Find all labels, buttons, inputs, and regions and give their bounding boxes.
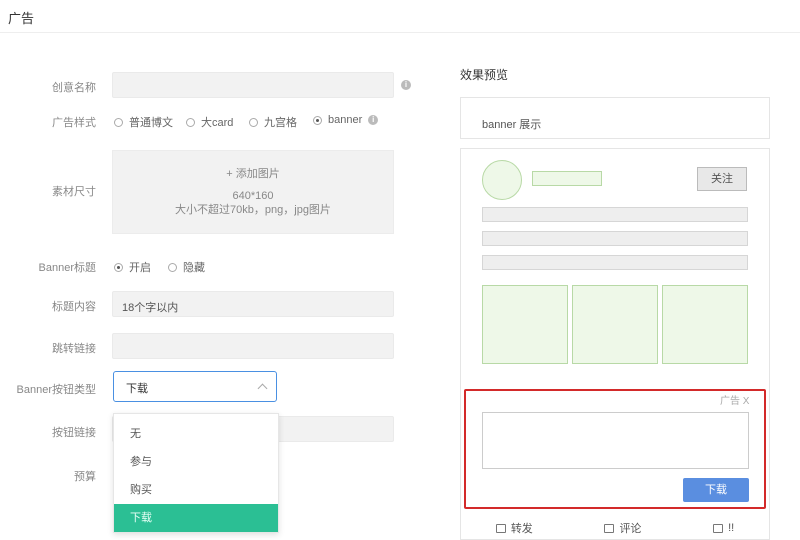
comment-icon xyxy=(604,523,615,533)
upload-limit-text: 大小不超过70kb，png，jpg图片 xyxy=(175,204,331,216)
banner-title-label: Banner标题 xyxy=(38,262,96,274)
like-action[interactable]: !! xyxy=(713,522,734,534)
dropdown-option-buy[interactable]: 购买 xyxy=(114,476,278,504)
dropdown-option-join[interactable]: 参与 xyxy=(114,448,278,476)
radio-selected-icon xyxy=(313,115,322,125)
chevron-up-icon xyxy=(257,383,268,394)
username-placeholder xyxy=(532,171,602,186)
radio-icon xyxy=(186,117,195,127)
title-content-label: 标题内容 xyxy=(52,301,96,313)
text-line-placeholder xyxy=(482,207,748,222)
comment-action[interactable]: 评论 xyxy=(604,520,641,536)
post-actions-bar: 转发 评论 !! xyxy=(460,516,770,540)
banner-title-option-hide[interactable]: 隐藏 xyxy=(168,259,205,275)
ad-banner-placeholder xyxy=(482,412,749,469)
info-icon[interactable]: i xyxy=(401,80,411,90)
radio-icon xyxy=(114,117,123,127)
ad-close-tag[interactable]: 广告 X xyxy=(720,392,749,407)
button-type-dropdown: 无 参与 购买 下载 xyxy=(113,413,279,533)
upload-size-text: 640*160 xyxy=(232,190,274,202)
material-size-label: 素材尺寸 xyxy=(52,186,96,198)
image-placeholder xyxy=(482,285,568,364)
add-image-link[interactable]: + 添加图片 xyxy=(113,167,393,181)
info-icon[interactable]: i xyxy=(368,115,379,125)
avatar-placeholder xyxy=(482,160,522,200)
title-content-input[interactable]: 18个字以内 xyxy=(112,291,394,317)
like-icon xyxy=(713,523,724,533)
jump-link-label: 跳转链接 xyxy=(52,343,96,355)
ad-style-option-card[interactable]: 大card xyxy=(186,114,233,130)
creative-name-label: 创意名称 xyxy=(52,82,96,94)
banner-preview-label: banner 展示 xyxy=(482,119,542,131)
banner-title-option-on[interactable]: 开启 xyxy=(114,259,151,275)
ad-style-option-normal[interactable]: 普通博文 xyxy=(114,114,173,130)
header-divider xyxy=(0,32,800,33)
budget-label: 预算 xyxy=(74,471,96,483)
download-button[interactable]: 下载 xyxy=(683,478,749,502)
button-link-label: 按钮链接 xyxy=(52,427,96,439)
radio-icon xyxy=(168,262,177,272)
ad-style-label: 广告样式 xyxy=(52,117,96,129)
page-title: 广告 xyxy=(8,11,35,26)
jump-link-input[interactable] xyxy=(112,333,394,359)
share-icon xyxy=(495,523,506,533)
dropdown-option-download[interactable]: 下载 xyxy=(114,504,278,532)
text-line-placeholder xyxy=(482,255,748,270)
image-placeholder xyxy=(662,285,748,364)
radio-icon xyxy=(249,117,258,127)
banner-preview: banner 展示 xyxy=(460,97,770,139)
ad-style-option-banner[interactable]: banner i xyxy=(313,114,379,126)
creative-name-input[interactable] xyxy=(112,72,394,98)
image-placeholder xyxy=(572,285,658,364)
dropdown-option-none[interactable]: 无 xyxy=(114,420,278,448)
ad-style-option-grid[interactable]: 九宫格 xyxy=(249,114,297,130)
preview-title: 效果预览 xyxy=(460,68,509,82)
text-line-placeholder xyxy=(482,231,748,246)
button-type-select[interactable]: 下载 xyxy=(113,371,277,402)
share-action[interactable]: 转发 xyxy=(495,520,533,536)
image-upload-area[interactable]: + 添加图片 640*160 大小不超过70kb，png，jpg图片 xyxy=(112,150,394,234)
button-type-label: Banner按钮类型 xyxy=(16,384,96,396)
follow-button[interactable]: 关注 xyxy=(697,167,747,191)
radio-selected-icon xyxy=(114,262,123,272)
